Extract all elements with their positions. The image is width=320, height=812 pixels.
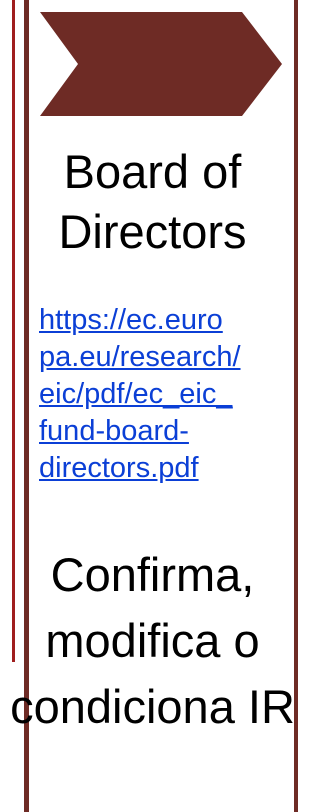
link-line: fund-board-	[39, 415, 189, 447]
link-line: eic/pdf/ec_eic_	[39, 378, 233, 410]
page: Board of Directors https://ec.euro pa.eu…	[0, 0, 304, 812]
link-line: https://ec.euro	[39, 304, 223, 336]
link-line: pa.eu/research/	[39, 341, 241, 373]
chevron-arrow-icon	[40, 12, 282, 116]
card-title: Board of Directors	[58, 145, 247, 258]
card-description: Confirma, modifica o condiciona IR	[10, 548, 295, 733]
board-directors-link[interactable]: https://ec.euro pa.eu/research/ eic/pdf/…	[5, 302, 300, 487]
link-line: directors.pdf	[39, 452, 199, 484]
